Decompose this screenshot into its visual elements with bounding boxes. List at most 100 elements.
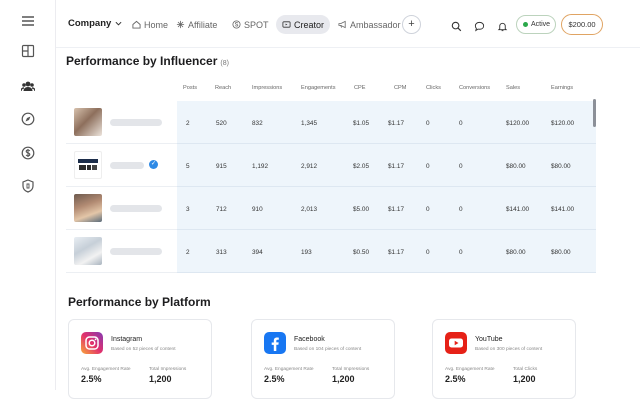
affiliate-icon (176, 20, 185, 29)
column-header[interactable]: CPE (354, 85, 366, 91)
cell-conversions: 0 (459, 163, 463, 170)
influencer-cell[interactable] (66, 101, 177, 144)
platform-name: Instagram (111, 336, 143, 343)
spot-icon (232, 20, 241, 29)
column-header[interactable]: Earnings (551, 85, 573, 91)
cell-posts: 5 (186, 163, 190, 170)
tab-ambassador[interactable]: Ambassador (332, 15, 407, 34)
platform-subtitle: Based on 104 pieces of content (294, 347, 362, 352)
verified-icon: ✓ (149, 160, 158, 169)
cell-cpe: $0.50 (353, 249, 369, 256)
youtube-icon (445, 332, 467, 354)
avatar (74, 237, 102, 265)
column-header[interactable]: Clicks (426, 85, 441, 91)
side-rail (0, 0, 56, 390)
column-header[interactable]: Engagements (301, 85, 336, 91)
platform-subtitle: Based on 300 pieces of content (475, 347, 543, 352)
influencer-count: (8) (220, 60, 229, 67)
cell-engagements: 2,912 (301, 163, 317, 170)
influencer-name-placeholder (110, 248, 162, 255)
avatar (74, 194, 102, 222)
tab-spot[interactable]: SPOT (226, 15, 275, 34)
cell-earnings: $120.00 (551, 120, 575, 127)
metric-label: Total Impressions (149, 367, 187, 372)
platform-card-facebook[interactable]: Facebook Based on 104 pieces of content … (251, 319, 395, 399)
metric-label: Avg. Engagement Rate (445, 367, 495, 372)
table-scrollbar[interactable] (593, 99, 596, 127)
metric-label: Total Impressions (332, 367, 370, 372)
influencer-cell[interactable] (66, 230, 177, 273)
chat-icon[interactable] (474, 19, 485, 32)
cell-clicks: 0 (426, 249, 430, 256)
creator-icon (282, 21, 291, 28)
cell-conversions: 0 (459, 249, 463, 256)
menu-icon[interactable] (21, 14, 35, 28)
platform-section-title: Performance by Platform (68, 295, 211, 309)
column-header[interactable]: Sales (506, 85, 520, 91)
avatar-logo-graphic (78, 159, 98, 170)
platform-card-instagram[interactable]: Instagram Based on 52 pieces of content … (68, 319, 212, 399)
cell-posts: 2 (186, 120, 190, 127)
cell-conversions: 0 (459, 206, 463, 213)
tab-spot-label: SPOT (244, 19, 269, 30)
metric-value: 1,200 (513, 374, 536, 384)
column-header[interactable]: Impressions (252, 85, 282, 91)
metric-value: 1,200 (332, 374, 355, 384)
cell-cpm: $1.17 (388, 206, 404, 213)
company-selector[interactable]: Company (68, 18, 122, 29)
column-header[interactable]: CPM (394, 85, 406, 91)
tab-home[interactable]: Home (126, 15, 174, 34)
compass-icon[interactable] (21, 112, 35, 126)
cell-reach: 520 (216, 120, 227, 127)
status-dot (523, 22, 528, 27)
column-header[interactable]: Posts (183, 85, 197, 91)
cell-cpm: $1.17 (388, 163, 404, 170)
cell-impressions: 832 (252, 120, 263, 127)
add-button[interactable]: + (402, 15, 421, 34)
cell-engagements: 2,013 (301, 206, 317, 213)
cell-cpe: $5.00 (353, 206, 369, 213)
cell-impressions: 394 (252, 249, 263, 256)
table-row[interactable]: ✓ 5 915 1,192 2,912 $2.05 $1.17 0 0 $80.… (66, 144, 596, 187)
platform-card-youtube[interactable]: YouTube Based on 300 pieces of content A… (432, 319, 576, 399)
search-icon[interactable] (451, 19, 462, 32)
metric-value: 2.5% (264, 374, 285, 384)
bell-icon[interactable] (497, 19, 508, 32)
column-header[interactable]: Conversions (459, 85, 490, 91)
status-badge[interactable]: Active (516, 15, 556, 34)
table-row[interactable]: 2 520 832 1,345 $1.05 $1.17 0 0 $120.00 … (66, 101, 596, 144)
company-label: Company (68, 18, 112, 29)
users-icon[interactable] (21, 79, 35, 93)
shield-icon[interactable] (21, 179, 35, 193)
table-row[interactable]: 3 712 910 2,013 $5.00 $1.17 0 0 $141.00 … (66, 187, 596, 230)
influencer-cell[interactable]: ✓ (66, 144, 177, 187)
table-header: Posts Reach Impressions Engagements CPE … (66, 80, 596, 96)
home-icon (132, 20, 141, 29)
dollar-icon[interactable] (21, 146, 35, 160)
column-header[interactable]: Reach (215, 85, 231, 91)
cell-reach: 313 (216, 249, 227, 256)
cell-engagements: 193 (301, 249, 312, 256)
influencer-name-placeholder (110, 162, 144, 169)
cell-earnings: $80.00 (551, 163, 571, 170)
cell-clicks: 0 (426, 206, 430, 213)
cell-conversions: 0 (459, 120, 463, 127)
influencer-table: 2 520 832 1,345 $1.05 $1.17 0 0 $120.00 … (66, 101, 596, 273)
status-label: Active (531, 21, 551, 28)
layout-icon[interactable] (21, 44, 35, 58)
table-row[interactable]: 2 313 394 193 $0.50 $1.17 0 0 $80.00 $80… (66, 230, 596, 273)
balance-badge[interactable]: $200.00 (561, 14, 603, 35)
metric-label: Total Clicks (513, 367, 538, 372)
influencer-cell[interactable] (66, 187, 177, 230)
cell-cpm: $1.17 (388, 249, 404, 256)
influencer-section-title: Performance by Influencer (8) (66, 54, 229, 68)
avatar (74, 151, 102, 179)
tab-creator[interactable]: Creator (276, 15, 331, 34)
metric-value: 2.5% (445, 374, 466, 384)
tab-affiliate[interactable]: Affiliate (170, 15, 223, 34)
instagram-icon (81, 332, 103, 354)
chevron-down-icon (115, 21, 122, 26)
tab-home-label: Home (144, 19, 169, 30)
cell-impressions: 1,192 (252, 163, 268, 170)
cell-cpe: $2.05 (353, 163, 369, 170)
